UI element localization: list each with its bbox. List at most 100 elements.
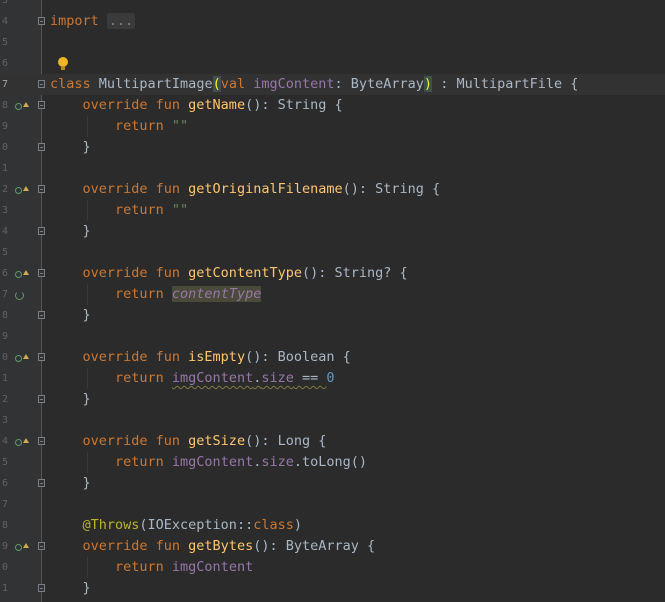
code-line[interactable]: 6: [0, 53, 665, 74]
code-text: return imgContent.size == 0: [115, 368, 335, 389]
code-line[interactable]: 3: [0, 0, 665, 11]
fold-marker-icon[interactable]: [38, 353, 45, 361]
code-token: "": [171, 202, 189, 218]
code-token: getName: [188, 97, 246, 113]
fold-marker-icon[interactable]: [38, 185, 45, 193]
code-token: : MultipartFile {: [432, 76, 579, 92]
code-token: ): [293, 517, 302, 533]
code-line[interactable]: 4}: [0, 221, 665, 242]
code-token: MultipartImage: [98, 76, 213, 92]
code-token: (): Long {: [245, 433, 327, 449]
code-token: : ByteArray: [334, 76, 424, 92]
code-token: }: [82, 580, 91, 596]
line-number: 1: [1, 163, 8, 174]
code-line[interactable]: 0 return imgContent: [0, 557, 665, 578]
code-line[interactable]: 8}: [0, 305, 665, 326]
indent-guide: [86, 116, 88, 137]
code-line[interactable]: 9 return "": [0, 116, 665, 137]
go-to-super-icon[interactable]: [23, 353, 29, 359]
code-token: ==: [293, 370, 327, 386]
code-text: override fun getContentType(): String? {: [83, 263, 408, 284]
override-method-icon[interactable]: [15, 438, 22, 446]
go-to-super-icon[interactable]: [23, 437, 29, 443]
code-token: isEmpty: [188, 349, 246, 365]
go-to-super-icon[interactable]: [23, 185, 29, 191]
code-line[interactable]: 9: [0, 326, 665, 347]
fold-marker-icon[interactable]: [38, 395, 45, 403]
code-line[interactable]: 8 @Throws(IOException::class): [0, 515, 665, 536]
fold-marker-icon[interactable]: [38, 101, 45, 109]
code-token: (): String {: [342, 181, 441, 197]
override-method-icon[interactable]: [15, 354, 22, 362]
code-line[interactable]: 8 override fun getName(): String {: [0, 95, 665, 116]
code-token: return: [115, 454, 172, 470]
go-to-super-icon[interactable]: [23, 542, 29, 548]
code-line[interactable]: 2 override fun getOriginalFilename(): Str…: [0, 179, 665, 200]
code-text: override fun isEmpty(): Boolean {: [83, 347, 351, 368]
code-text: return imgContent: [115, 557, 253, 578]
fold-marker-icon[interactable]: [38, 311, 45, 319]
code-text: class MultipartImage(val imgContent: Byt…: [50, 74, 578, 95]
code-text: }: [83, 221, 91, 242]
code-text: @Throws(IOException::class): [83, 515, 302, 536]
code-text: return imgContent.size.toLong(): [115, 452, 367, 473]
go-to-super-icon[interactable]: [23, 101, 29, 107]
override-method-icon[interactable]: [15, 543, 22, 551]
go-to-super-icon[interactable]: [23, 269, 29, 275]
fold-marker-icon[interactable]: [38, 17, 45, 25]
recursive-call-icon[interactable]: [15, 290, 24, 300]
code-token: return: [115, 559, 172, 575]
code-token: "": [171, 118, 189, 134]
line-number: 0: [1, 562, 8, 573]
line-number: 1: [1, 583, 8, 594]
code-line[interactable]: 1: [0, 158, 665, 179]
code-line[interactable]: 7: [0, 494, 665, 515]
fold-marker-icon[interactable]: [38, 269, 45, 277]
code-token: (): String {: [245, 97, 343, 113]
code-token: ...: [106, 13, 136, 29]
line-number: 4: [1, 226, 8, 237]
code-line[interactable]: 7 class MultipartImage(val imgContent: By…: [0, 74, 665, 95]
code-token: getSize: [188, 433, 246, 449]
code-line[interactable]: 6 override fun getContentType(): String? …: [0, 263, 665, 284]
fold-marker-icon[interactable]: [38, 584, 45, 592]
fold-marker-icon[interactable]: [38, 479, 45, 487]
code-line[interactable]: 0}: [0, 137, 665, 158]
code-line[interactable]: 4 override fun getSize(): Long {: [0, 431, 665, 452]
code-line[interactable]: 6}: [0, 473, 665, 494]
code-line[interactable]: 2}: [0, 389, 665, 410]
code-line[interactable]: 5: [0, 242, 665, 263]
code-line[interactable]: 7 return contentType: [0, 284, 665, 305]
code-line[interactable]: 5: [0, 32, 665, 53]
override-method-icon[interactable]: [15, 186, 22, 194]
override-method-icon[interactable]: [15, 102, 22, 110]
code-text: }: [83, 137, 91, 158]
code-token: override fun: [82, 538, 189, 554]
code-line[interactable]: 1}: [0, 578, 665, 599]
code-token: class: [253, 517, 294, 533]
code-line[interactable]: 3 return "": [0, 200, 665, 221]
fold-marker-icon[interactable]: [38, 80, 45, 88]
line-number: 6: [1, 268, 8, 279]
code-token: class: [50, 76, 99, 92]
code-line[interactable]: 3: [0, 410, 665, 431]
code-line[interactable]: 1 return imgContent.size == 0: [0, 368, 665, 389]
fold-marker-icon[interactable]: [38, 437, 45, 445]
fold-marker-icon[interactable]: [38, 227, 45, 235]
code-token: .toLong(): [293, 454, 368, 470]
line-number: 2: [1, 184, 8, 195]
code-text: }: [83, 389, 91, 410]
override-method-icon[interactable]: [15, 270, 22, 278]
code-token: contentType: [171, 286, 262, 302]
fold-marker-icon[interactable]: [38, 143, 45, 151]
code-line[interactable]: 5 return imgContent.size.toLong(): [0, 452, 665, 473]
code-line[interactable]: 0 override fun isEmpty(): Boolean {: [0, 347, 665, 368]
fold-marker-icon[interactable]: [38, 542, 45, 550]
code-line[interactable]: 9 override fun getBytes(): ByteArray {: [0, 536, 665, 557]
indent-guide: [86, 368, 88, 389]
intention-bulb-icon[interactable]: [58, 57, 68, 71]
line-number: 0: [1, 142, 8, 153]
code-token: imgContent: [171, 454, 254, 470]
code-editor[interactable]: 3 4 import ... 5 6 7 class MultipartImage(val …: [0, 0, 665, 602]
code-line[interactable]: 4 import ...: [0, 11, 665, 32]
